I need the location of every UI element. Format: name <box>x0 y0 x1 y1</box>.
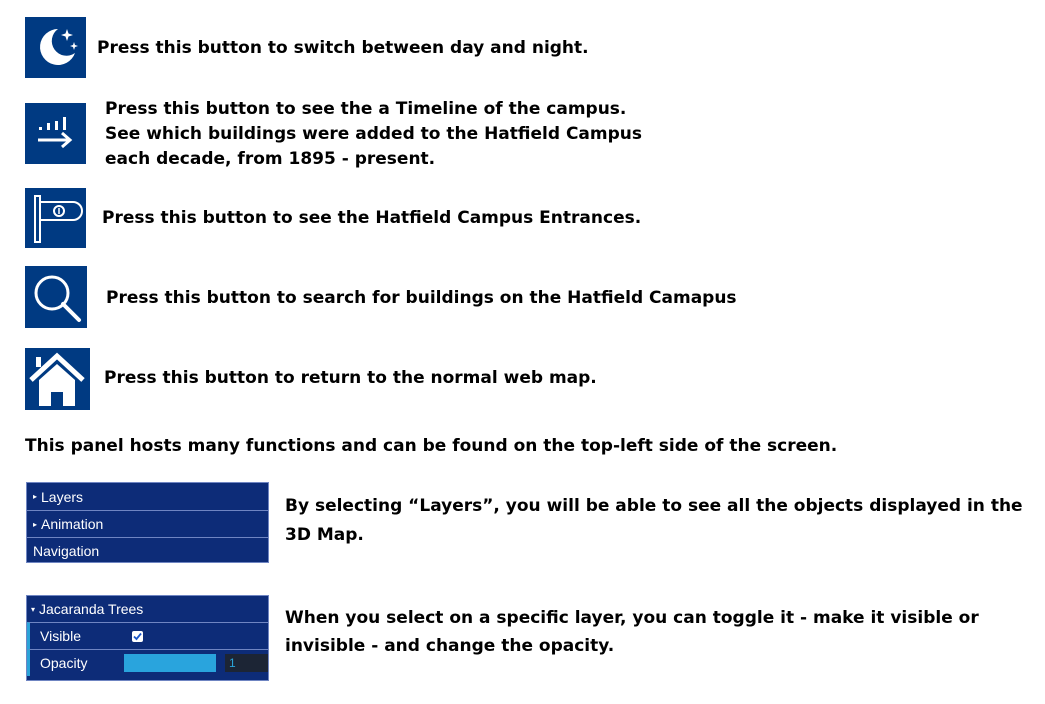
collapse-arrow-icon: ▾ <box>31 604 36 614</box>
panel-item-label: Navigation <box>33 543 100 559</box>
home-icon <box>29 352 85 406</box>
home-description: Press this button to return to the norma… <box>104 368 597 388</box>
search-description: Press this button to search for building… <box>106 288 737 308</box>
timeline-description-line2: See which buildings were added to the Ha… <box>105 124 643 144</box>
timeline-description-line1: Press this button to see the a Timeline … <box>105 99 627 119</box>
opacity-description-line1: When you select on a specific layer, you… <box>285 608 979 628</box>
expand-arrow-icon: ▸ <box>33 492 38 501</box>
layer-detail-panel: ▾ Jacaranda Trees Visible Opacity 1 <box>26 595 269 681</box>
panel-intro-text: This panel hosts many functions and can … <box>25 436 838 456</box>
opacity-description-line2: invisible - and change the opacity. <box>285 636 615 656</box>
entrances-button[interactable] <box>25 188 86 248</box>
panel-item-layers[interactable]: ▸ Layers <box>27 483 268 510</box>
opacity-row: Opacity 1 <box>27 649 268 676</box>
timeline-description-line3: each decade, from 1895 - present. <box>105 149 436 169</box>
layers-description-line1: By selecting “Layers”, you will be able … <box>285 496 1023 516</box>
checkmark-icon <box>133 632 142 641</box>
search-icon <box>34 275 81 322</box>
panel-item-label: Layers <box>41 488 84 505</box>
opacity-value-input[interactable]: 1 <box>225 654 268 672</box>
layers-description-line2: 3D Map. <box>285 525 364 545</box>
home-button[interactable] <box>25 348 90 410</box>
layer-header-label: Jacaranda Trees <box>39 601 144 617</box>
expand-arrow-icon: ▸ <box>33 519 38 529</box>
opacity-slider[interactable] <box>124 654 216 672</box>
opacity-slider-fill <box>124 654 216 672</box>
search-button[interactable] <box>25 266 87 328</box>
timeline-button[interactable] <box>25 103 86 164</box>
visible-row: Visible <box>27 622 268 649</box>
entrances-description: Press this button to see the Hatfield Ca… <box>102 208 642 228</box>
layers-panel: ▸ Layers ▸ Animation Navigation <box>26 482 269 563</box>
day-night-description: Press this button to switch between day … <box>97 38 589 58</box>
entrance-sign-icon <box>34 195 83 243</box>
visible-label: Visible <box>40 628 81 644</box>
moon-stars-icon <box>40 29 78 65</box>
opacity-label: Opacity <box>40 655 88 671</box>
day-night-button[interactable] <box>25 17 86 78</box>
layer-header-jacaranda[interactable]: ▾ Jacaranda Trees <box>27 596 268 622</box>
panel-item-label: Animation <box>41 516 104 532</box>
visible-checkbox[interactable] <box>132 631 143 642</box>
panel-item-navigation[interactable]: Navigation <box>27 537 268 564</box>
panel-item-animation[interactable]: ▸ Animation <box>27 510 268 537</box>
timeline-icon <box>38 117 73 149</box>
